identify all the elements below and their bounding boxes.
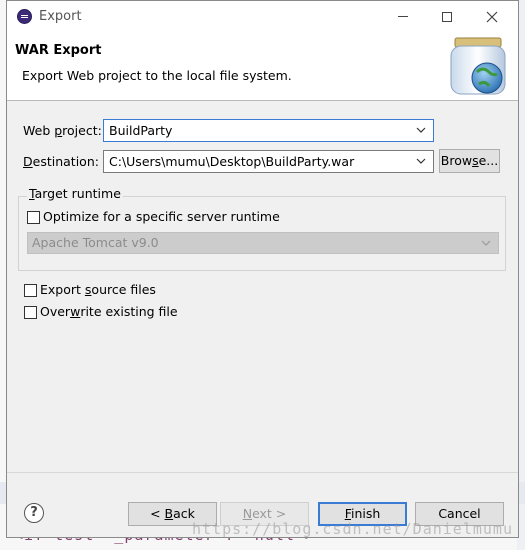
optimize-runtime-checkbox[interactable]	[27, 211, 40, 224]
destination-value: C:\Users\mumu\Desktop\BuildParty.war	[109, 154, 355, 169]
web-project-value: BuildParty	[109, 123, 173, 138]
web-project-combo[interactable]: BuildParty	[103, 119, 434, 142]
destination-combo[interactable]: C:\Users\mumu\Desktop\BuildParty.war	[103, 150, 434, 173]
close-icon	[486, 11, 498, 22]
close-button[interactable]	[470, 1, 514, 32]
wizard-title: WAR Export	[15, 43, 102, 58]
overwrite-checkbox[interactable]	[24, 306, 37, 319]
optimize-runtime-label: Optimize for a specific server runtime	[43, 209, 280, 224]
wizard-header: WAR Export Export Web project to the loc…	[7, 32, 518, 101]
destination-label: Destination:	[23, 154, 99, 169]
maximize-icon	[442, 11, 452, 22]
overwrite-label: Overwrite existing file	[40, 304, 178, 319]
footer-separator	[7, 472, 518, 473]
target-runtime-legend: Target runtime	[27, 186, 123, 201]
wizard-body: Web project: BuildParty Destination: C:\…	[7, 102, 518, 472]
eclipse-icon	[17, 9, 32, 24]
export-source-label: Export source files	[40, 282, 156, 297]
title-bar: Export	[7, 1, 518, 32]
server-runtime-combo: Apache Tomcat v9.0	[27, 232, 499, 254]
maximize-button[interactable]	[425, 1, 469, 32]
export-dialog: Export WAR Export Export Web project to …	[6, 0, 519, 538]
export-source-checkbox[interactable]	[24, 284, 37, 297]
war-export-banner-icon	[450, 37, 506, 95]
minimize-icon	[398, 16, 408, 17]
minimize-button[interactable]	[381, 1, 425, 32]
browse-button[interactable]: Browse...	[439, 149, 500, 173]
chevron-down-icon	[481, 240, 491, 246]
wizard-description: Export Web project to the local file sys…	[22, 68, 292, 83]
help-icon[interactable]: ?	[24, 503, 44, 523]
chevron-down-icon	[416, 158, 426, 164]
server-runtime-value: Apache Tomcat v9.0	[32, 235, 159, 250]
web-project-label: Web project:	[23, 123, 102, 138]
chevron-down-icon	[416, 127, 426, 133]
watermark-text: https://blog.csdn.net/Danielmumu	[192, 520, 513, 538]
window-title: Export	[39, 9, 82, 24]
